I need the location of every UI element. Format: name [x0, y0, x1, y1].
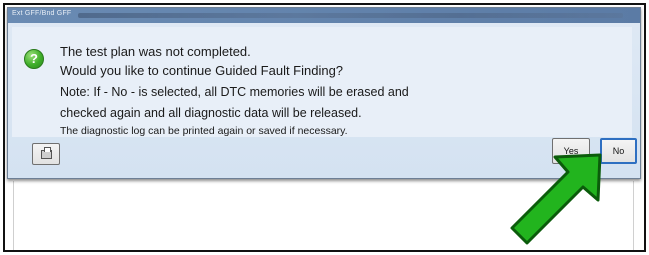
dialog-title: Ext GFF/Bnd GFF [12, 10, 72, 17]
question-icon: ? [24, 49, 44, 69]
green-arrow-icon [510, 153, 602, 245]
background-scroll-edge [633, 181, 634, 250]
no-button[interactable]: No [600, 138, 637, 164]
titlebar-blurred-text [78, 13, 623, 18]
print-button[interactable] [32, 143, 60, 165]
dialog-message-area: ? The test plan was not completed. Would… [12, 27, 632, 137]
dialog-titlebar: Ext GFF/Bnd GFF [8, 8, 640, 23]
message-line-1: The test plan was not completed. [60, 44, 251, 59]
printer-icon [41, 147, 52, 159]
screenshot-frame: Ext GFF/Bnd GFF ? The test plan was not … [3, 3, 646, 252]
message-line-2: Would you like to continue Guided Fault … [60, 63, 344, 78]
message-line-5: The diagnostic log can be printed again … [60, 125, 348, 137]
message-line-3: Note: If - No - is selected, all DTC mem… [60, 85, 409, 99]
message-line-4: checked again and all diagnostic data wi… [60, 106, 362, 120]
